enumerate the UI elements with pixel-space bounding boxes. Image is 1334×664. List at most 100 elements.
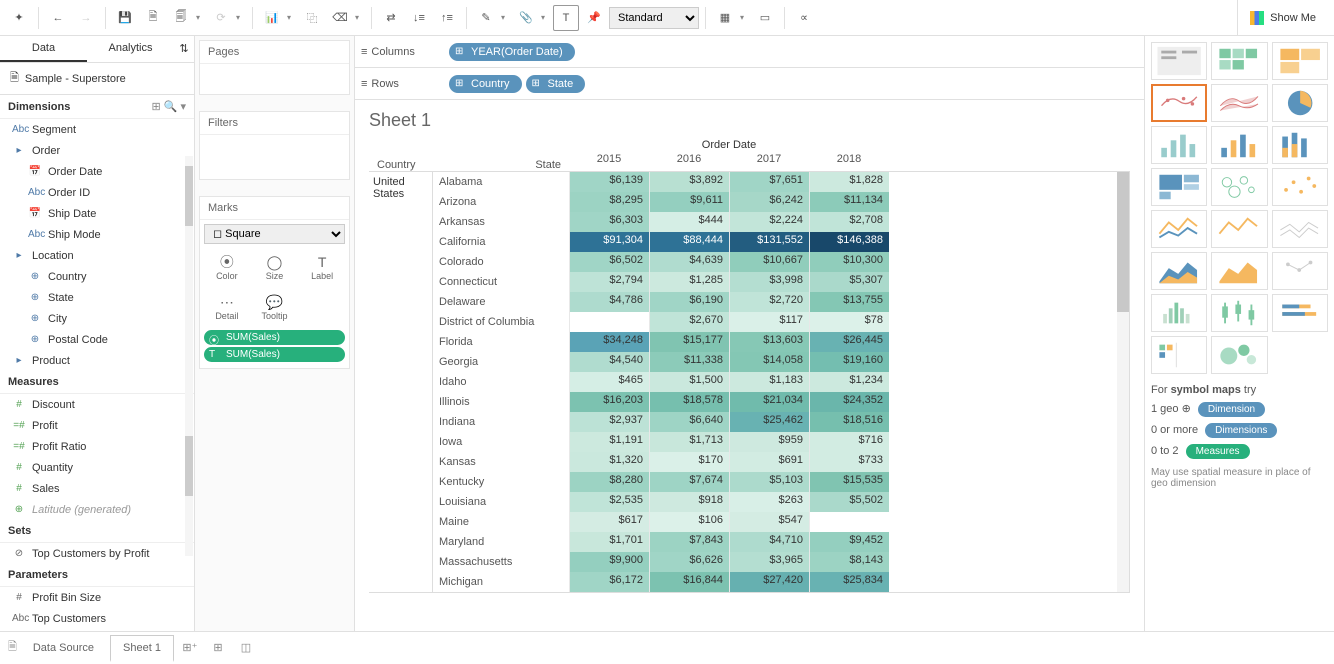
data-cell[interactable]: $18,578 xyxy=(649,392,729,412)
data-cell[interactable]: $16,844 xyxy=(649,572,729,592)
group-button[interactable]: 📎 xyxy=(513,5,539,31)
data-cell[interactable]: $8,280 xyxy=(569,472,649,492)
data-cell[interactable]: $13,755 xyxy=(809,292,889,312)
viz-type-19[interactable] xyxy=(1211,294,1267,332)
fit-select[interactable]: Standard xyxy=(609,7,699,29)
data-cell[interactable]: $2,794 xyxy=(569,272,649,292)
state-cell[interactable]: Idaho xyxy=(433,372,569,392)
data-cell[interactable] xyxy=(809,512,889,532)
data-cell[interactable]: $8,295 xyxy=(569,192,649,212)
state-cell[interactable]: Arkansas xyxy=(433,212,569,232)
logo-icon[interactable]: ✦ xyxy=(6,5,32,31)
viz-type-4[interactable] xyxy=(1211,84,1267,122)
tab-sheet-1[interactable]: Sheet 1 xyxy=(110,635,174,662)
field-location[interactable]: ▸Location xyxy=(0,245,194,266)
data-cell[interactable]: $2,670 xyxy=(649,312,729,332)
data-cell[interactable]: $617 xyxy=(569,512,649,532)
data-cell[interactable]: $959 xyxy=(729,432,809,452)
data-cell[interactable]: $5,502 xyxy=(809,492,889,512)
field-discount[interactable]: #Discount xyxy=(0,394,194,415)
data-cell[interactable]: $3,892 xyxy=(649,172,729,192)
data-cell[interactable]: $34,248 xyxy=(569,332,649,352)
state-cell[interactable]: Maine xyxy=(433,512,569,532)
mark-tooltip[interactable]: 💬Tooltip xyxy=(252,288,298,326)
view-icon[interactable]: ⊞ xyxy=(151,101,163,113)
viz-type-9[interactable] xyxy=(1151,168,1207,206)
parameter-item[interactable]: #Profit Bin Size xyxy=(0,587,194,608)
new-dashboard-button[interactable]: ⊞ xyxy=(206,641,230,654)
data-cell[interactable]: $26,445 xyxy=(809,332,889,352)
state-cell[interactable]: Indiana xyxy=(433,412,569,432)
data-cell[interactable]: $2,937 xyxy=(569,412,649,432)
data-cell[interactable]: $2,535 xyxy=(569,492,649,512)
datasource-tab-icon[interactable]: 🗎 xyxy=(8,638,17,657)
back-button[interactable]: ← xyxy=(45,5,71,31)
datasource-row[interactable]: 🗎 Sample - Superstore xyxy=(0,63,194,95)
viz-type-6[interactable] xyxy=(1151,126,1207,164)
data-cell[interactable]: $25,834 xyxy=(809,572,889,592)
cards-button[interactable]: ▦ xyxy=(712,5,738,31)
data-cell[interactable]: $263 xyxy=(729,492,809,512)
clear-button[interactable]: ⌫ xyxy=(327,5,353,31)
mark-size[interactable]: ◯Size xyxy=(252,248,298,286)
data-cell[interactable]: $4,786 xyxy=(569,292,649,312)
auto-update-dropdown[interactable]: ▾ xyxy=(236,13,246,22)
data-cell[interactable]: $4,710 xyxy=(729,532,809,552)
viz-type-14[interactable] xyxy=(1272,210,1328,248)
duplicate-button[interactable]: ⿻ xyxy=(299,5,325,31)
group-dropdown[interactable]: ▾ xyxy=(541,13,551,22)
new-sheet-dropdown[interactable]: ▾ xyxy=(287,13,297,22)
table-scrollbar[interactable] xyxy=(1117,172,1129,592)
data-cell[interactable]: $6,242 xyxy=(729,192,809,212)
data-cell[interactable]: $1,713 xyxy=(649,432,729,452)
data-cell[interactable]: $19,160 xyxy=(809,352,889,372)
mark-label[interactable]: TLabel xyxy=(299,248,345,286)
label-button[interactable]: T xyxy=(553,5,579,31)
field-profit-ratio[interactable]: =#Profit Ratio xyxy=(0,436,194,457)
field-ship-mode[interactable]: AbcShip Mode xyxy=(0,224,194,245)
data-cell[interactable]: $5,307 xyxy=(809,272,889,292)
data-cell[interactable]: $1,234 xyxy=(809,372,889,392)
viz-type-15[interactable] xyxy=(1151,252,1207,290)
data-cell[interactable]: $27,420 xyxy=(729,572,809,592)
data-cell[interactable]: $716 xyxy=(809,432,889,452)
auto-update-button[interactable]: ⟳ xyxy=(208,5,234,31)
viz-type-2[interactable] xyxy=(1272,42,1328,80)
data-cell[interactable]: $131,552 xyxy=(729,232,809,252)
column-pill[interactable]: ⊞YEAR(Order Date) xyxy=(449,43,575,61)
tab-datasource[interactable]: Data Source xyxy=(21,636,106,660)
mark-pill[interactable]: ⦿SUM(Sales) xyxy=(204,330,345,345)
data-cell[interactable]: $4,540 xyxy=(569,352,649,372)
data-cell[interactable]: $6,190 xyxy=(649,292,729,312)
field-order-date[interactable]: 📅Order Date xyxy=(0,161,194,182)
data-cell[interactable]: $106 xyxy=(649,512,729,532)
data-cell[interactable]: $9,611 xyxy=(649,192,729,212)
state-cell[interactable]: Kentucky xyxy=(433,472,569,492)
state-cell[interactable]: Michigan xyxy=(433,572,569,592)
data-cell[interactable]: $13,603 xyxy=(729,332,809,352)
data-cell[interactable]: $11,134 xyxy=(809,192,889,212)
state-cell[interactable]: California xyxy=(433,232,569,252)
field-product[interactable]: ▸Product xyxy=(0,350,194,371)
sort-desc-button[interactable]: ↑≡ xyxy=(434,5,460,31)
rows-shelf[interactable]: ≡ Rows ⊞Country⊞State xyxy=(355,68,1144,100)
state-cell[interactable]: Kansas xyxy=(433,452,569,472)
data-cell[interactable]: $9,452 xyxy=(809,532,889,552)
data-cell[interactable]: $7,843 xyxy=(649,532,729,552)
new-sheet-button[interactable]: 📊 xyxy=(259,5,285,31)
data-cell[interactable]: $918 xyxy=(649,492,729,512)
data-cell[interactable]: $117 xyxy=(729,312,809,332)
mark-color[interactable]: ⦿Color xyxy=(204,248,250,286)
field-quantity[interactable]: #Quantity xyxy=(0,457,194,478)
pin-button[interactable]: 📌 xyxy=(581,5,607,31)
data-cell[interactable]: $1,191 xyxy=(569,432,649,452)
data-cell[interactable]: $21,034 xyxy=(729,392,809,412)
viz-type-3[interactable] xyxy=(1151,84,1207,122)
row-pill[interactable]: ⊞Country xyxy=(449,75,522,93)
data-cell[interactable]: $444 xyxy=(649,212,729,232)
viz-type-18[interactable] xyxy=(1151,294,1207,332)
year-header[interactable]: 2017 xyxy=(729,153,809,171)
data-cell[interactable]: $88,444 xyxy=(649,232,729,252)
state-cell[interactable]: Illinois xyxy=(433,392,569,412)
columns-shelf[interactable]: ≡ Columns ⊞YEAR(Order Date) xyxy=(355,36,1144,68)
